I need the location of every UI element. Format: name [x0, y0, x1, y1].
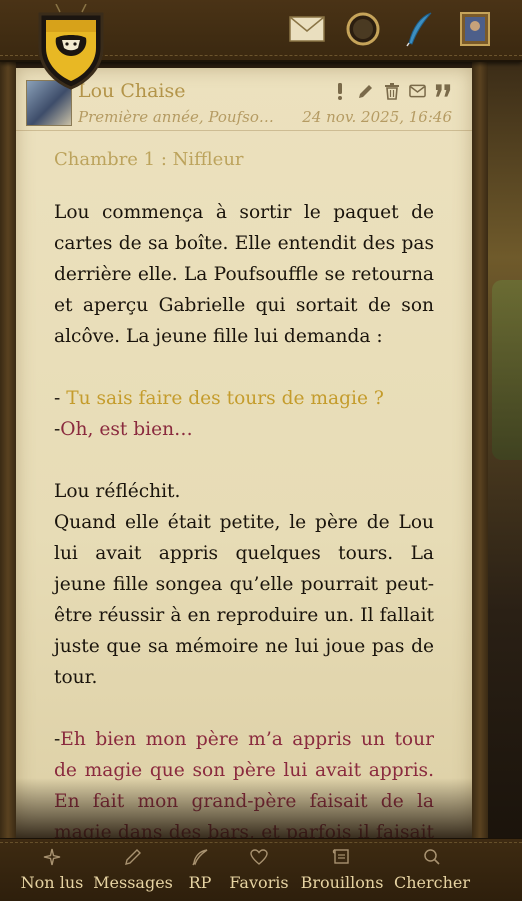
dialogue-line-1: - Tu sais faire des tours de magie ? — [54, 383, 434, 414]
heart-icon — [249, 847, 269, 867]
scroll-icon — [332, 847, 352, 867]
nav-label-drafts: Brouillons — [300, 873, 384, 892]
paragraph-2: Quand elle était petite, le père de Lou … — [54, 512, 434, 688]
quill-icon[interactable] — [400, 10, 438, 48]
top-icons — [288, 10, 494, 48]
nav-label-unread: Non lus — [20, 873, 84, 892]
nav-rp[interactable]: RP — [186, 847, 214, 892]
bottom-nav: Non lus Messages RP Favoris Brouillons C… — [0, 838, 522, 901]
crystal-ball-icon[interactable] — [344, 10, 382, 48]
reflection-line: Lou réfléchit. — [54, 481, 181, 502]
nav-search[interactable]: Chercher — [393, 847, 471, 892]
dialogue-gabrielle: Tu sais faire des tours de magie ? — [66, 388, 384, 409]
envelope-icon[interactable] — [288, 10, 326, 48]
paragraph-1: Lou commença à sortir le paquet de carte… — [54, 202, 434, 347]
left-frame-rail — [0, 60, 16, 840]
dialogue-dash: - — [54, 388, 67, 409]
right-frame-rail — [472, 60, 488, 840]
author-subtitle: Première année, Poufso… — [78, 108, 274, 126]
nav-messages[interactable]: Messages — [93, 847, 173, 892]
quote-icon[interactable] — [435, 82, 452, 100]
forum-post: Lou Chaise Première année, Poufso… 24 no… — [16, 68, 472, 838]
scroll-fade — [16, 778, 472, 838]
background-scenery — [482, 60, 522, 850]
portrait-icon[interactable] — [456, 10, 494, 48]
nav-drafts[interactable]: Brouillons — [300, 847, 384, 892]
nav-label-messages: Messages — [93, 873, 173, 892]
pencil-icon — [123, 847, 143, 867]
mail-icon[interactable] — [409, 82, 426, 100]
sparkle-icon — [42, 847, 62, 867]
dialogue-line-2: -Oh, est bien… — [54, 414, 434, 445]
house-crest-icon[interactable] — [34, 3, 108, 90]
trash-icon[interactable] — [383, 82, 400, 100]
feather-icon — [190, 847, 210, 867]
exclamation-icon[interactable] — [331, 82, 348, 100]
nav-label-search: Chercher — [393, 873, 471, 892]
room-title: Chambre 1 : Niffleur — [54, 149, 244, 170]
dialogue-lou: Oh, est bien… — [60, 419, 193, 440]
post-body: Chambre 1 : Niffleur Lou commença à sort… — [54, 144, 434, 838]
nav-label-rp: RP — [188, 873, 212, 892]
pencil-icon[interactable] — [357, 82, 374, 100]
search-icon — [422, 847, 442, 867]
post-actions — [331, 82, 452, 100]
nav-favorites[interactable]: Favoris — [229, 847, 289, 892]
post-date[interactable]: 24 nov. 2025, 16:46 — [302, 108, 452, 126]
nav-label-favorites: Favoris — [229, 873, 289, 892]
nav-unread[interactable]: Non lus — [20, 847, 84, 892]
